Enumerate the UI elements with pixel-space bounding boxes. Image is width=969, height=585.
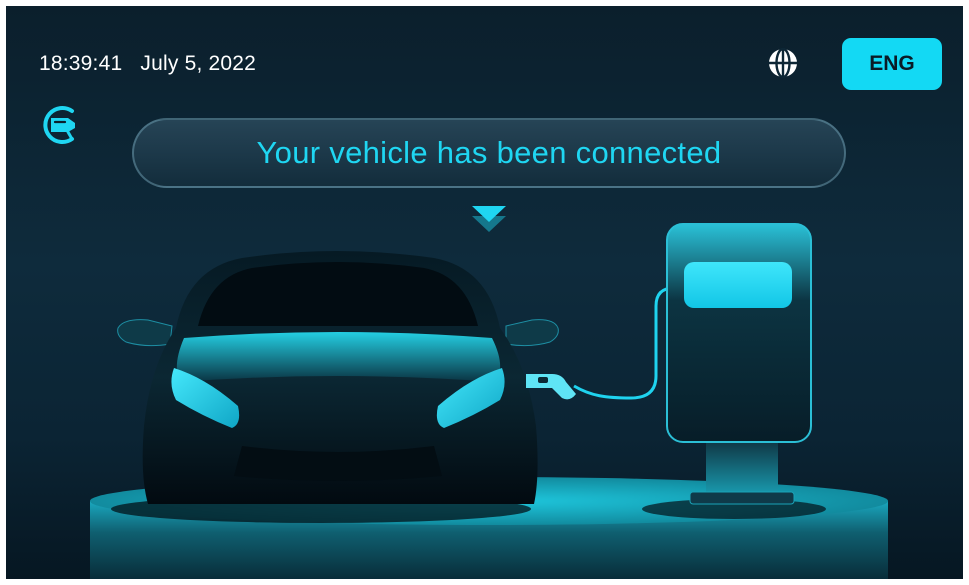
- chevron-down-icon: [472, 206, 506, 232]
- charging-screen: 18:39:41 July 5, 2022 ENG Your vehicle h…: [6, 6, 963, 579]
- connection-status-banner: Your vehicle has been connected: [132, 118, 846, 188]
- charging-cable: [573, 286, 675, 400]
- charging-plug: [526, 374, 576, 400]
- charging-station: [666, 223, 812, 505]
- charging-illustration: [90, 206, 888, 579]
- connection-message: Your vehicle has been connected: [256, 135, 722, 170]
- car-front: [117, 251, 559, 504]
